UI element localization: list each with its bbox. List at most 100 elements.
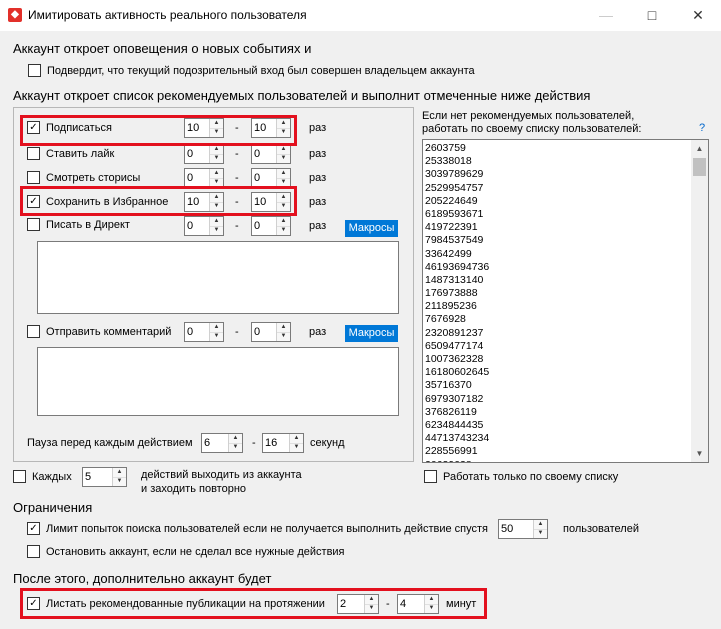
window-title: Имитировать активность реального пользов… bbox=[28, 8, 307, 22]
spin-down-icon: ▼ bbox=[213, 333, 220, 339]
users-unit: пользователей bbox=[563, 523, 639, 535]
user-list-item: 2320891237 bbox=[425, 326, 484, 339]
comment-from-spinner[interactable]: 0 ▲ ▼ bbox=[184, 322, 224, 342]
times-unit: раз bbox=[309, 148, 327, 160]
stop-account-checkbox[interactable] bbox=[27, 545, 40, 558]
userlist-scrollbar[interactable]: ▲ ▼ bbox=[691, 140, 708, 462]
relogin-text-2: и заходить повторно bbox=[141, 483, 247, 495]
range-dash: - bbox=[235, 148, 239, 160]
limit-search-label: Лимит попыток поиска пользователей если … bbox=[46, 523, 488, 535]
spin-down-icon: ▼ bbox=[213, 155, 220, 161]
relogin-checkbox[interactable] bbox=[13, 470, 26, 483]
relogin-text-1: действий выходить из аккаунта bbox=[141, 469, 302, 481]
minimize-icon: — bbox=[599, 7, 613, 23]
direct-message-textarea[interactable] bbox=[37, 241, 399, 314]
user-list-item: 6189593671 bbox=[425, 207, 484, 220]
times-unit: раз bbox=[309, 172, 327, 184]
relogin-label: Каждых bbox=[32, 471, 72, 483]
seconds-unit: секунд bbox=[310, 437, 345, 449]
highlight-subscribe bbox=[20, 115, 297, 146]
scroll-up-icon[interactable]: ▲ bbox=[691, 140, 708, 157]
userlist-caption-2: работать по своему списку пользователей: bbox=[422, 123, 642, 135]
user-list-item: 7676928 bbox=[425, 313, 466, 326]
user-list-item: 7984537549 bbox=[425, 234, 484, 247]
stories-to-spinner[interactable]: 0 ▲ ▼ bbox=[251, 168, 291, 188]
pause-label: Пауза перед каждым действием bbox=[27, 437, 193, 449]
comment-macros-button[interactable]: Макросы bbox=[345, 325, 398, 342]
user-list-item: 1007362328 bbox=[425, 353, 484, 365]
user-list-item: 3039789629 bbox=[425, 168, 484, 181]
spin-down-icon: ▼ bbox=[116, 478, 123, 484]
scroll-thumb[interactable] bbox=[693, 158, 706, 176]
userlist-caption-1: Если нет рекомендуемых пользователей, bbox=[422, 110, 635, 122]
like-label: Ставить лайк bbox=[46, 148, 115, 160]
user-list-item: 6509477174 bbox=[425, 339, 484, 352]
like-checkbox[interactable] bbox=[27, 147, 40, 160]
app-logo-icon: ◆ bbox=[8, 8, 22, 22]
range-dash: - bbox=[235, 172, 239, 184]
user-list-item: 376826119 bbox=[425, 405, 477, 418]
user-list-item: 6979307182 bbox=[425, 392, 484, 405]
user-list-item: 2603759 bbox=[425, 142, 466, 154]
direct-macros-button[interactable]: Макросы bbox=[345, 220, 398, 237]
stories-label: Смотреть сторисы bbox=[46, 172, 141, 184]
comment-label: Отправить комментарий bbox=[46, 326, 172, 338]
direct-to-spinner[interactable]: 0 ▲ ▼ bbox=[251, 216, 291, 236]
times-unit: раз bbox=[309, 220, 327, 232]
relogin-count-spinner[interactable]: 5 ▲ ▼ bbox=[82, 467, 127, 487]
section-heading-limits: Ограничения bbox=[13, 500, 93, 515]
scroll-down-icon[interactable]: ▼ bbox=[691, 445, 708, 462]
times-unit: раз bbox=[309, 326, 327, 338]
like-to-spinner[interactable]: 0 ▲ ▼ bbox=[251, 144, 291, 164]
stories-checkbox[interactable] bbox=[27, 171, 40, 184]
stop-account-label: Остановить аккаунт, если не сделал все н… bbox=[46, 546, 345, 558]
spin-down-icon: ▼ bbox=[232, 444, 239, 450]
times-unit: раз bbox=[309, 196, 327, 208]
pause-to-spinner[interactable]: 16 ▲ ▼ bbox=[262, 433, 304, 453]
comment-checkbox[interactable] bbox=[27, 325, 40, 338]
spin-down-icon: ▼ bbox=[537, 530, 544, 536]
limit-search-spinner[interactable]: 50 ▲ ▼ bbox=[498, 519, 548, 539]
comment-textarea[interactable] bbox=[37, 347, 399, 416]
user-list-item: 211895236 bbox=[425, 300, 477, 313]
user-list-item: 1487313140 bbox=[425, 273, 484, 286]
range-dash: - bbox=[235, 220, 239, 232]
times-unit: раз bbox=[309, 122, 327, 134]
limit-search-checkbox[interactable]: ✓ bbox=[27, 522, 40, 535]
user-list-item: 205224649 bbox=[425, 194, 478, 207]
only-own-list-checkbox[interactable] bbox=[424, 470, 437, 483]
user-list-item: 25338018 bbox=[425, 155, 472, 168]
stories-from-spinner[interactable]: 0 ▲ ▼ bbox=[184, 168, 224, 188]
user-list-item: 35716370 bbox=[425, 379, 472, 392]
confirm-owner-label: Подвердит, что текущий подозрительный вх… bbox=[47, 65, 475, 77]
section-heading-notifications: Аккаунт откроет оповещения о новых событ… bbox=[13, 41, 312, 56]
user-list-item: 419722391 bbox=[425, 221, 478, 234]
user-list-item: 2529954757 bbox=[425, 181, 484, 194]
confirm-owner-checkbox[interactable] bbox=[28, 64, 41, 77]
only-own-list-label: Работать только по своему списку bbox=[443, 471, 619, 483]
spin-down-icon: ▼ bbox=[213, 227, 220, 233]
like-from-spinner[interactable]: 0 ▲ ▼ bbox=[184, 144, 224, 164]
help-icon[interactable]: ? bbox=[699, 122, 705, 134]
direct-label: Писать в Директ bbox=[46, 219, 130, 231]
close-button[interactable]: ✕ bbox=[675, 0, 721, 31]
range-dash: - bbox=[252, 437, 256, 449]
user-list-item: 20639038 bbox=[423, 459, 691, 463]
user-list-item: 228556991 bbox=[425, 445, 478, 458]
highlight-favorites bbox=[20, 186, 297, 216]
comment-to-spinner[interactable]: 0 ▲ ▼ bbox=[251, 322, 291, 342]
section-heading-after: После этого, дополнительно аккаунт будет bbox=[13, 571, 272, 586]
pause-from-spinner[interactable]: 6 ▲ ▼ bbox=[201, 433, 243, 453]
user-list-textbox[interactable]: 2603759 25338018 3039789629 2529954757 20522… bbox=[422, 139, 709, 463]
range-dash: - bbox=[235, 326, 239, 338]
user-list-item: 176973888 bbox=[425, 287, 478, 300]
spin-down-icon: ▼ bbox=[293, 444, 300, 450]
spin-down-icon: ▼ bbox=[280, 227, 287, 233]
user-list-item: 16180602645 bbox=[425, 366, 490, 379]
spin-down-icon: ▼ bbox=[280, 155, 287, 161]
direct-checkbox[interactable] bbox=[27, 218, 40, 231]
spin-down-icon: ▼ bbox=[280, 333, 287, 339]
direct-from-spinner[interactable]: 0 ▲ ▼ bbox=[184, 216, 224, 236]
maximize-button[interactable]: □ bbox=[629, 0, 675, 31]
user-list-item: 44713743234 bbox=[425, 432, 490, 445]
